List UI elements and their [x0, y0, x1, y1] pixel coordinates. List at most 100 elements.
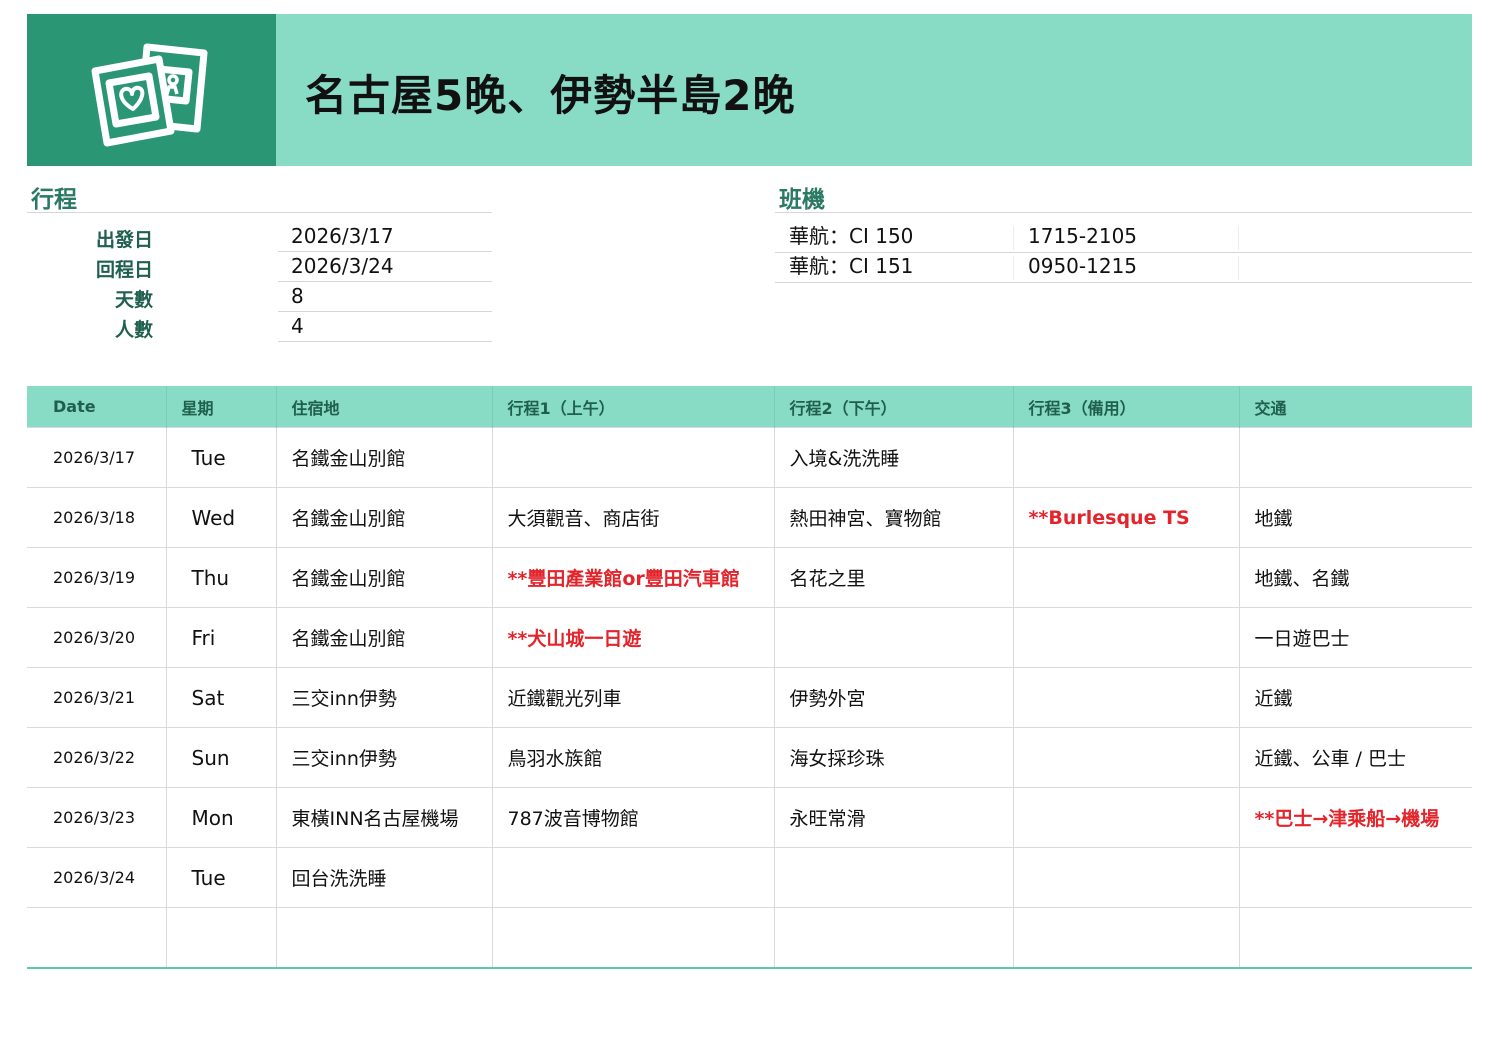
table-row: 2026/3/24 Tue 回台洗洗睡 — [27, 847, 1472, 908]
cell-stay: 三交inn伊勢 — [275, 727, 492, 788]
cell-plan-pm — [773, 907, 1013, 969]
cell-plan-am — [491, 427, 774, 488]
cell-plan-pm — [773, 607, 1013, 668]
cell-date — [27, 907, 166, 969]
flights-section-divider — [775, 212, 1472, 213]
cell-date: 2026/3/22 — [27, 727, 166, 788]
cell-stay: 名鐵金山別館 — [275, 607, 492, 668]
cell-date: 2026/3/18 — [27, 487, 166, 548]
cell-plan-pm: 伊勢外宮 — [773, 667, 1013, 728]
return-date-value: 2026/3/24 — [278, 252, 492, 282]
table-row: 2026/3/23 Mon 東橫INN名古屋機場 787波音博物館 永旺常滑 **巴士→津… — [27, 787, 1472, 848]
cell-plan-alt — [1012, 547, 1239, 608]
flight-row-outbound: 華航：CI 150 1715-2105 — [775, 222, 1472, 253]
table-row: 2026/3/19 Thu 名鐵金山別館 **豐田產業館or豐田汽車館 名花之里 地鐵、名… — [27, 547, 1472, 608]
cell-transport — [1238, 427, 1472, 488]
days-value: 8 — [278, 282, 492, 312]
cell-transport: 地鐵 — [1238, 487, 1472, 548]
cell-plan-alt — [1012, 787, 1239, 848]
cell-transport: 一日遊巴士 — [1238, 607, 1472, 668]
cell-plan-am: **犬山城一日遊 — [491, 607, 774, 668]
cell-weekday: Tue — [165, 847, 276, 908]
cell-plan-pm — [773, 847, 1013, 908]
cell-weekday — [165, 907, 276, 969]
cell-weekday: Thu — [165, 547, 276, 608]
cell-plan-alt: **Burlesque TS — [1012, 487, 1239, 548]
cell-plan-pm: 永旺常滑 — [773, 787, 1013, 848]
cell-plan-alt — [1012, 727, 1239, 788]
flight-number: 華航：CI 150 — [789, 224, 914, 248]
flight-time: 0950-1215 — [1028, 254, 1138, 278]
cell-stay: 名鐵金山別館 — [275, 487, 492, 548]
cell-stay: 名鐵金山別館 — [275, 547, 492, 608]
cell-stay — [275, 907, 492, 969]
flight-time: 1715-2105 — [1028, 224, 1138, 248]
cell-transport: 近鐵 — [1238, 667, 1472, 728]
cell-plan-pm: 名花之里 — [773, 547, 1013, 608]
cell-date: 2026/3/19 — [27, 547, 166, 608]
table-row: 2026/3/21 Sat 三交inn伊勢 近鐵觀光列車 伊勢外宮 近鐵 — [27, 667, 1472, 728]
table-row: 2026/3/18 Wed 名鐵金山別館 大須觀音、商店街 熱田神宮、寶物館 **Burl… — [27, 487, 1472, 548]
departure-date-value: 2026/3/17 — [278, 222, 492, 252]
cell-weekday: Sun — [165, 727, 276, 788]
cell-plan-alt — [1012, 907, 1239, 969]
trip-section-divider — [27, 212, 492, 213]
cell-date: 2026/3/20 — [27, 607, 166, 668]
trip-section-title: 行程 — [31, 187, 77, 213]
days-label: 天數 — [114, 289, 153, 311]
cell-weekday: Fri — [165, 607, 276, 668]
flight-number: 華航：CI 151 — [789, 254, 914, 278]
column-header-plan-pm: 行程2（下午） — [773, 386, 1013, 428]
people-value: 4 — [278, 312, 492, 342]
cell-stay: 東橫INN名古屋機場 — [275, 787, 492, 848]
itinerary-table: Date 星期 住宿地 行程1（上午） 行程2（下午） 行程3（備用） 交通 2… — [27, 386, 1472, 969]
table-row: 2026/3/20 Fri 名鐵金山別館 **犬山城一日遊 一日遊巴士 — [27, 607, 1472, 668]
flight-row-return: 華航：CI 151 0950-1215 — [775, 252, 1472, 283]
cell-transport — [1238, 847, 1472, 908]
cell-weekday: Tue — [165, 427, 276, 488]
cell-plan-alt — [1012, 607, 1239, 668]
column-header-plan-alt: 行程3（備用） — [1012, 386, 1239, 428]
column-header-transport: 交通 — [1238, 386, 1472, 428]
photo-frames-icon — [91, 43, 208, 147]
cell-plan-am — [491, 907, 774, 969]
page-title: 名古屋5晚、伊勢半島2晚 — [305, 71, 796, 120]
cell-plan-alt — [1012, 667, 1239, 728]
table-row: 2026/3/22 Sun 三交inn伊勢 鳥羽水族館 海女採珍珠 近鐵、公車 / 巴士 — [27, 727, 1472, 788]
cell-transport — [1238, 907, 1472, 969]
cell-date: 2026/3/24 — [27, 847, 166, 908]
cell-plan-pm: 熱田神宮、寶物館 — [773, 487, 1013, 548]
table-header-row: Date 星期 住宿地 行程1（上午） 行程2（下午） 行程3（備用） 交通 — [27, 386, 1472, 428]
cell-stay: 名鐵金山別館 — [275, 427, 492, 488]
cell-date: 2026/3/23 — [27, 787, 166, 848]
cell-transport: 地鐵、名鐵 — [1238, 547, 1472, 608]
cell-plan-pm: 海女採珍珠 — [773, 727, 1013, 788]
cell-weekday: Sat — [165, 667, 276, 728]
cell-date: 2026/3/17 — [27, 427, 166, 488]
cell-stay: 回台洗洗睡 — [275, 847, 492, 908]
cell-stay: 三交inn伊勢 — [275, 667, 492, 728]
cell-plan-alt — [1012, 847, 1239, 908]
column-header-weekday: 星期 — [165, 386, 276, 428]
cell-transport: 近鐵、公車 / 巴士 — [1238, 727, 1472, 788]
column-header-plan-am: 行程1（上午） — [491, 386, 774, 428]
cell-transport: **巴士→津乘船→機場 — [1238, 787, 1472, 848]
flights-section-title: 班機 — [779, 187, 825, 213]
cell-plan-am: 787波音博物館 — [491, 787, 774, 848]
cell-plan-am: 鳥羽水族館 — [491, 727, 774, 788]
cell-date: 2026/3/21 — [27, 667, 166, 728]
table-row: 2026/3/17 Tue 名鐵金山別館 入境&洗洗睡 — [27, 427, 1472, 488]
cell-plan-am — [491, 847, 774, 908]
title-banner: 名古屋5晚、伊勢半島2晚 — [27, 14, 1472, 166]
cell-plan-pm: 入境&洗洗睡 — [773, 427, 1013, 488]
cell-weekday: Wed — [165, 487, 276, 548]
table-row — [27, 907, 1472, 969]
cell-plan-am: **豐田產業館or豐田汽車館 — [491, 547, 774, 608]
cell-plan-alt — [1012, 427, 1239, 488]
cell-plan-am: 大須觀音、商店街 — [491, 487, 774, 548]
cell-weekday: Mon — [165, 787, 276, 848]
people-label: 人數 — [114, 319, 153, 341]
cell-plan-am: 近鐵觀光列車 — [491, 667, 774, 728]
column-header-stay: 住宿地 — [275, 386, 492, 428]
return-date-label: 回程日 — [95, 259, 153, 281]
